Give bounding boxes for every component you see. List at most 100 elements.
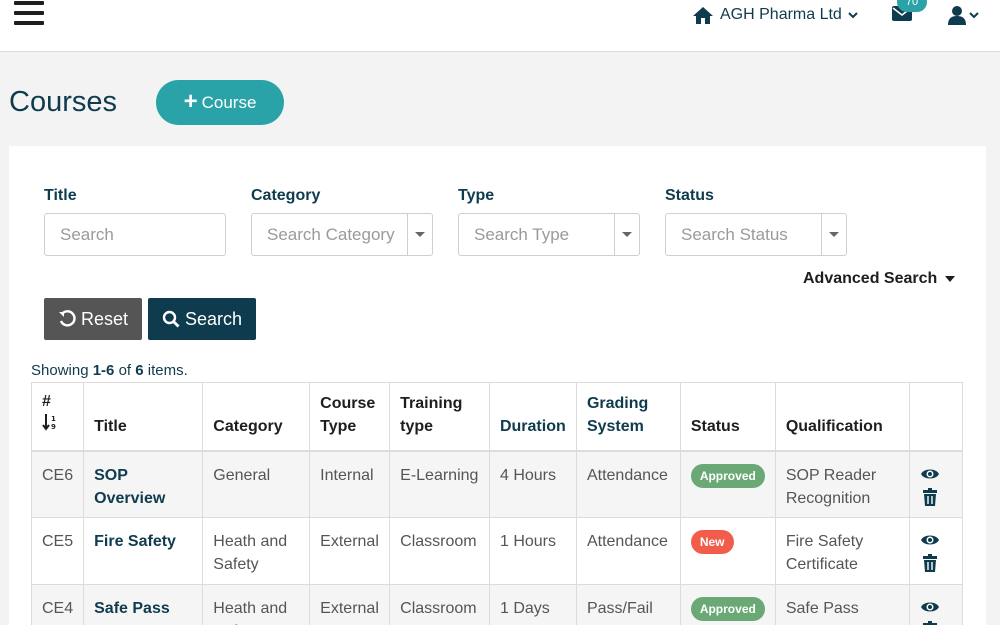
cell-status: Approved [679, 450, 776, 518]
cell-duration: 1 Days [488, 584, 577, 625]
status-dropdown-toggle[interactable] [821, 214, 846, 255]
view-icon[interactable] [920, 532, 940, 550]
user-menu[interactable] [947, 4, 983, 26]
delete-icon[interactable] [920, 621, 940, 625]
cell-grading: Attendance [575, 450, 681, 518]
cell-course-type: Internal [309, 450, 391, 518]
cell-category: General [202, 450, 311, 518]
cell-grading: Pass/Fail [575, 584, 681, 625]
undo-icon [58, 310, 76, 327]
cell-actions [908, 517, 964, 585]
caret-down-icon [415, 232, 425, 237]
company-switcher[interactable]: AGH Pharma Ltd [692, 4, 858, 26]
cell-qualification: SOP Reader Recognition [774, 450, 910, 518]
title-search-input[interactable] [60, 224, 225, 245]
column-header-category[interactable]: Category [202, 382, 311, 451]
type-search-input[interactable] [474, 224, 624, 245]
cell-course-type: External [309, 517, 391, 585]
caret-down-icon [622, 232, 632, 237]
cell-qualification: Safe Pass [774, 584, 910, 625]
status-badge: Approved [690, 463, 765, 488]
cell-duration: 4 Hours [488, 450, 577, 518]
cell-title[interactable]: Safe Pass [83, 584, 204, 625]
view-icon[interactable] [920, 466, 940, 484]
column-header-duration[interactable]: Duration [488, 382, 577, 451]
add-course-label: Course [201, 92, 257, 112]
table-row[interactable]: CE5 Fire Safety Heath and Safety External Cl… [30, 517, 964, 585]
title-filter-label: Title [44, 187, 77, 204]
cell-training-type: Classroom [389, 584, 490, 625]
mail-count-badge: 70 [897, 0, 927, 12]
delete-icon[interactable] [920, 554, 940, 572]
status-select[interactable] [665, 213, 847, 256]
cell-category: Heath and Safety [202, 517, 311, 585]
view-icon[interactable] [920, 599, 940, 617]
reset-label: Reset [80, 308, 129, 329]
status-search-input[interactable] [681, 224, 831, 245]
add-course-button[interactable]: + Course [156, 80, 284, 125]
status-badge: New [690, 530, 734, 554]
cell-grading: Attendance [575, 517, 681, 585]
cell-id: CE6 [30, 450, 85, 518]
page-title: Courses [9, 86, 117, 118]
column-header-status[interactable]: Status [679, 382, 776, 451]
search-icon [162, 310, 180, 328]
cell-training-type: Classroom [389, 517, 490, 585]
caret-down-icon [945, 276, 956, 282]
plus-icon: + [183, 87, 198, 115]
svg-text:1: 1 [51, 415, 56, 423]
column-header-course-type[interactable]: Course Type [309, 382, 391, 451]
table-body: CE6 SOP Overview General Internal E-Learning… [30, 450, 964, 625]
cell-actions [908, 450, 964, 518]
top-bar: AGH Pharma Ltd 70 [0, 0, 1000, 52]
search-label: Search [184, 308, 243, 329]
cell-actions [908, 584, 964, 625]
table-row[interactable]: CE4Safe PassHeath and SafetyExternalClas… [30, 584, 964, 625]
courses-table: # 1 9 Title Category Course Type Trainin… [30, 382, 964, 625]
type-dropdown-toggle[interactable] [614, 214, 639, 255]
column-header-title[interactable]: Title [83, 382, 204, 451]
search-button[interactable]: Search [148, 298, 256, 340]
column-header-grading-system[interactable]: Grading System [575, 382, 681, 451]
advanced-search-toggle[interactable]: Advanced Search [803, 270, 956, 288]
cell-title[interactable]: SOP Overview [83, 450, 204, 518]
table-row[interactable]: CE6 SOP Overview General Internal E-Learning… [30, 450, 964, 518]
category-select[interactable] [251, 213, 433, 256]
home-icon [693, 6, 713, 24]
type-filter-label: Type [458, 187, 495, 204]
column-header-actions [908, 382, 964, 451]
cell-id: CE4 [30, 584, 85, 625]
results-summary: Showing 1-6 of 6 items. [31, 362, 188, 379]
table-header-row: # 1 9 Title Category Course Type Trainin… [30, 382, 964, 451]
category-filter-label: Category [251, 187, 321, 204]
user-icon [948, 6, 966, 25]
status-badge: Approved [690, 597, 765, 621]
cell-qualification: Fire Safety Certificate [774, 517, 910, 585]
column-header-id[interactable]: # 1 9 [30, 382, 85, 451]
chevron-down-icon [969, 12, 979, 19]
column-header-training-type[interactable]: Training type [389, 382, 490, 451]
caret-down-icon [829, 232, 839, 237]
cell-status: New [679, 517, 776, 585]
cell-title[interactable]: Fire Safety [83, 517, 204, 585]
cell-training-type: E-Learning [389, 450, 490, 518]
cell-id: CE5 [30, 517, 85, 585]
hamburger-menu-icon[interactable] [14, 0, 44, 28]
type-select[interactable] [458, 213, 640, 256]
advanced-search-label: Advanced Search [803, 270, 938, 287]
cell-course-type: External [309, 584, 391, 625]
reset-button[interactable]: Reset [44, 298, 142, 340]
delete-icon[interactable] [920, 487, 940, 506]
chevron-down-icon [848, 12, 858, 19]
cell-duration: 1 Hours [488, 517, 577, 585]
title-search-field[interactable] [44, 213, 226, 256]
company-name: AGH Pharma Ltd [720, 6, 842, 23]
status-filter-label: Status [665, 187, 714, 204]
cell-status: Approved [679, 584, 776, 625]
category-dropdown-toggle[interactable] [407, 214, 432, 255]
svg-text:9: 9 [51, 423, 56, 431]
column-header-qualification[interactable]: Qualification [774, 382, 910, 451]
sort-icon[interactable]: 1 9 [42, 413, 58, 431]
category-search-input[interactable] [267, 224, 417, 245]
cell-category: Heath and Safety [202, 584, 311, 625]
